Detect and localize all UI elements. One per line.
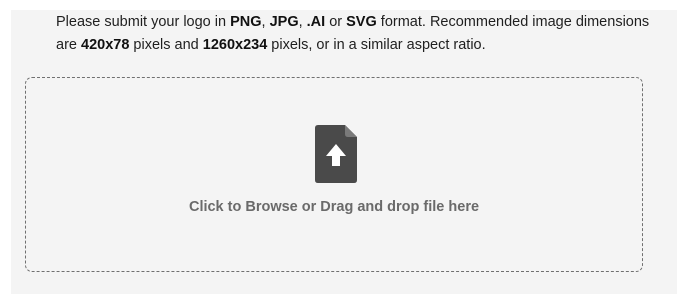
instructions-text: Please submit your logo in: [56, 14, 231, 30]
format-ai: .AI: [306, 14, 326, 30]
file-upload-icon: [315, 125, 357, 183]
format-png: PNG: [230, 14, 262, 30]
dropzone-label[interactable]: Click to Browse or Drag and drop file he…: [26, 199, 642, 215]
instructions-separator: or: [325, 14, 347, 30]
logo-upload-panel: Please submit your logo in PNG, JPG, .AI…: [11, 10, 677, 294]
instructions-text: pixels and: [129, 37, 203, 53]
upload-instructions: Please submit your logo in PNG, JPG, .AI…: [56, 11, 656, 57]
format-jpg: JPG: [269, 14, 299, 30]
instructions-separator: ,: [261, 14, 270, 30]
format-svg: SVG: [346, 14, 377, 30]
dimension-large: 1260x234: [202, 37, 268, 53]
instructions-separator: ,: [298, 14, 307, 30]
instructions-text: pixels, or in a similar aspect ratio.: [267, 37, 486, 53]
dimension-small: 420x78: [81, 37, 130, 53]
file-dropzone[interactable]: Click to Browse or Drag and drop file he…: [25, 77, 643, 272]
